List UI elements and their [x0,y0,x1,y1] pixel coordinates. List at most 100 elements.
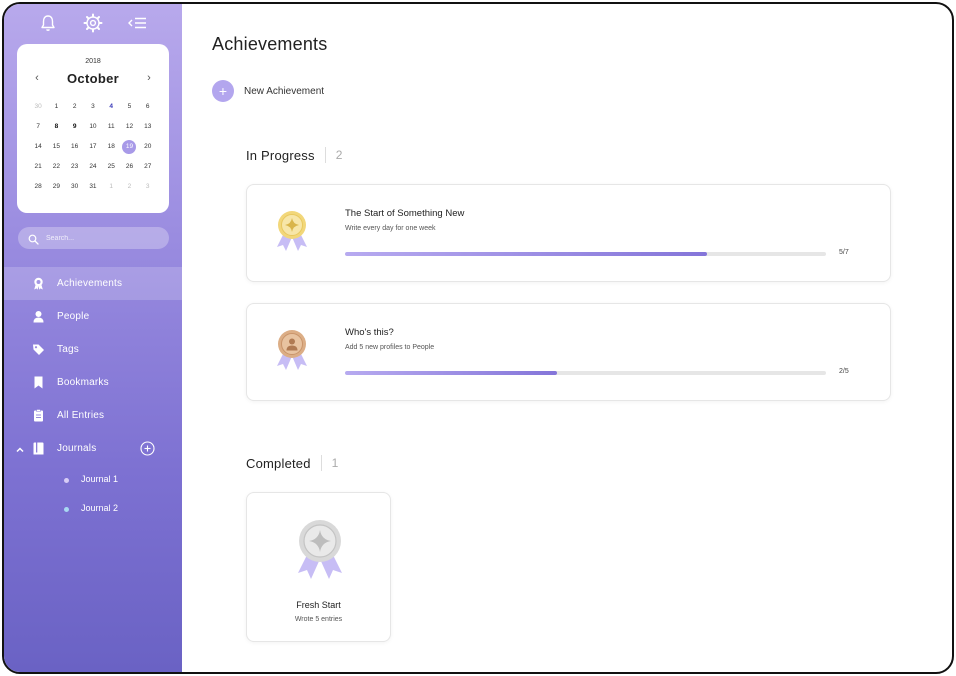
section-divider [324,147,326,163]
section-title: In Progress [246,147,315,163]
achievement-card[interactable]: Who's this? Add 5 new profiles to People… [246,303,891,401]
search-bar [18,227,169,249]
sidebar-item-people[interactable]: People [4,300,182,333]
chevron-up-icon[interactable] [15,442,25,453]
calendar-day[interactable]: 20 [139,141,157,153]
journal-label: Journal 1 [81,474,119,484]
tag-icon [32,343,45,356]
calendar-week: 21 22 23 24 25 26 27 [29,157,157,177]
calendar-day[interactable]: 17 [84,141,102,153]
calendar-day[interactable]: 6 [139,101,157,113]
in-progress-header: In Progress 2 [246,147,342,163]
calendar-day[interactable]: 22 [47,161,65,173]
calendar-day[interactable]: 2 [120,181,138,193]
calendar-day[interactable]: 4 [102,101,120,113]
calendar-day[interactable]: 27 [139,161,157,173]
progress-fill [345,252,707,256]
journal-color-dot [64,478,69,483]
award-icon [32,277,45,290]
progress-fill [345,371,557,375]
new-achievement-button[interactable]: + New Achievement [212,80,324,102]
achievement-title: The Start of Something New [345,208,465,219]
add-journal-icon[interactable] [140,441,155,456]
sidebar-item-label: Journals [57,443,97,454]
achievement-description: Write every day for one week [345,225,436,232]
section-title: Completed [246,455,311,471]
section-divider [320,455,322,471]
calendar-day[interactable]: 30 [66,181,84,193]
sidebar-nav: Achievements People Tags Bookmarks All E… [4,267,182,523]
calendar-grid: 30 1 2 3 4 5 6 7 8 9 10 11 12 13 14 15 16 17 18 19 20 21 22 23 2… [29,97,157,197]
sidebar-item-journals[interactable]: Journals [4,432,182,465]
calendar-day[interactable]: 26 [120,161,138,173]
calendar-day[interactable]: 3 [139,181,157,193]
calendar-day[interactable]: 10 [84,121,102,133]
sidebar-item-label: Bookmarks [57,377,109,388]
sidebar-item-label: Tags [57,344,79,355]
gold-medal-icon [271,207,313,253]
calendar-week: 30 1 2 3 4 5 6 [29,97,157,117]
calendar-day[interactable]: 24 [84,161,102,173]
calendar-year: 2018 [85,58,101,65]
calendar-week: 7 8 9 10 11 12 13 [29,117,157,137]
completed-achievement-card[interactable]: Fresh Start Wrote 5 entries [246,492,391,642]
calendar-day[interactable]: 25 [102,161,120,173]
calendar-day[interactable]: 31 [84,181,102,193]
calendar-day[interactable]: 1 [102,181,120,193]
sidebar-item-achievements[interactable]: Achievements [4,267,182,300]
calendar-day[interactable]: 13 [139,121,157,133]
calendar-day[interactable]: 18 [102,141,120,153]
collapse-sidebar-icon[interactable] [126,12,148,34]
calendar-day[interactable]: 1 [47,101,65,113]
calendar-day[interactable]: 30 [29,101,47,113]
achievement-card[interactable]: The Start of Something New Write every d… [246,184,891,282]
achievement-description: Add 5 new profiles to People [345,344,435,351]
journal-color-dot [64,507,69,512]
calendar-week: 28 29 30 31 1 2 3 [29,177,157,197]
calendar-day[interactable]: 21 [29,161,47,173]
bell-icon[interactable] [37,12,59,34]
journal-item[interactable]: Journal 2 [4,494,182,523]
achievement-description: Wrote 5 entries [294,616,343,623]
sidebar-item-label: All Entries [57,410,105,421]
calendar-day[interactable]: 9 [66,121,84,133]
sidebar-item-all-entries[interactable]: All Entries [4,399,182,432]
calendar-day[interactable]: 8 [47,121,65,133]
calendar-week: 14 15 16 17 18 19 20 [29,137,157,157]
calendar-day[interactable]: 23 [66,161,84,173]
sidebar-item-label: Achievements [57,278,123,289]
mini-calendar: 2018 ‹ October › 30 1 2 3 4 5 6 7 8 9 10 11 12 13 14 15… [17,44,169,213]
silver-medal-icon [289,515,351,581]
next-month-button[interactable]: › [143,72,155,84]
achievement-title: Who's this? [345,327,394,338]
calendar-day[interactable]: 12 [120,121,138,133]
journal-item[interactable]: Journal 1 [4,465,182,494]
calendar-day[interactable]: 3 [84,101,102,113]
calendar-day[interactable]: 29 [47,181,65,193]
new-achievement-label: New Achievement [244,85,325,97]
person-icon [32,310,45,323]
main-content: Achievements + New Achievement In Progre… [182,4,952,672]
completed-header: Completed 1 [246,455,338,471]
progress-count: 2/5 [839,368,849,375]
section-count: 1 [331,456,339,470]
calendar-day[interactable]: 5 [120,101,138,113]
search-input[interactable] [46,230,161,246]
calendar-day[interactable]: 7 [29,121,47,133]
book-icon [32,442,45,455]
gear-icon[interactable] [82,12,104,34]
section-count: 2 [335,148,343,162]
calendar-day[interactable]: 2 [66,101,84,113]
calendar-day[interactable]: 16 [66,141,84,153]
app-window: 2018 ‹ October › 30 1 2 3 4 5 6 7 8 9 10 11 12 13 14 15… [2,2,954,674]
sidebar-item-bookmarks[interactable]: Bookmarks [4,366,182,399]
progress-bar [345,252,826,256]
calendar-day[interactable]: 28 [29,181,47,193]
calendar-day[interactable]: 14 [29,141,47,153]
plus-icon: + [212,80,234,102]
calendar-day[interactable]: 15 [47,141,65,153]
sidebar-item-tags[interactable]: Tags [4,333,182,366]
calendar-day[interactable]: 11 [102,121,120,133]
calendar-day-selected[interactable]: 19 [120,140,138,154]
achievement-title: Fresh Start [296,600,341,610]
